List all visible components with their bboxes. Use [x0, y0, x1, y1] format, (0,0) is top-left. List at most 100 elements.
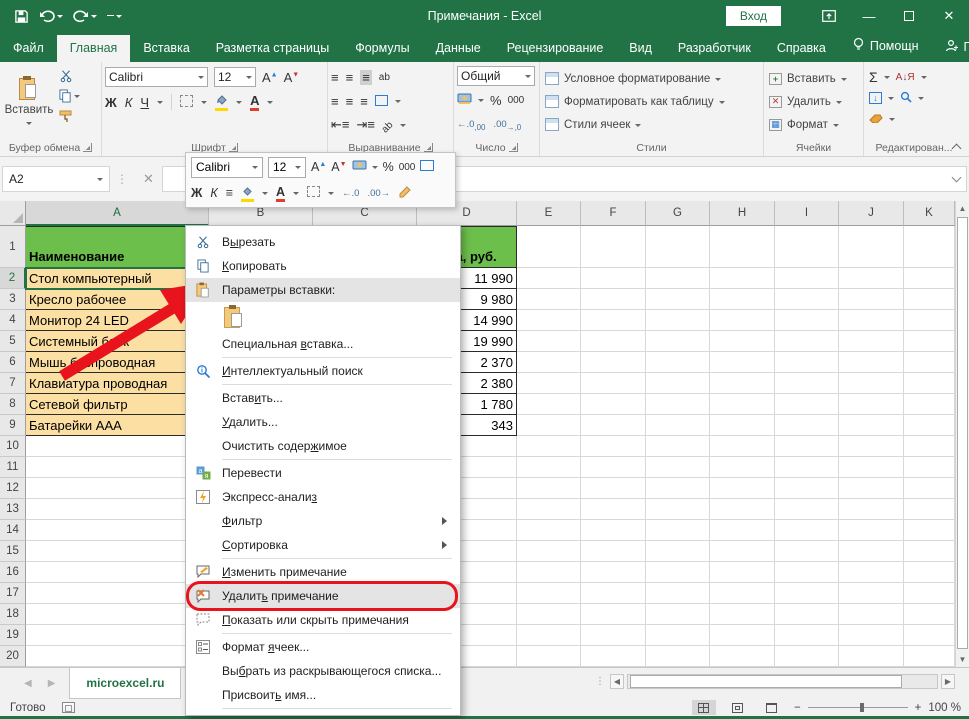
next-sheet-button[interactable]: ▶ — [48, 678, 56, 689]
zoom-slider-thumb[interactable] — [860, 703, 864, 712]
cell-K4[interactable] — [904, 310, 955, 331]
align-center-button[interactable]: ≡ — [346, 94, 354, 109]
cell-G14[interactable] — [646, 520, 710, 541]
row-header-10[interactable]: 10 — [0, 436, 26, 457]
cell-E4[interactable] — [517, 310, 581, 331]
cell-I12[interactable] — [775, 478, 839, 499]
cell-J17[interactable] — [839, 583, 904, 604]
menu-item-show-hide-comments[interactable]: Показать или скрыть примечания — [186, 608, 460, 632]
cell-H8[interactable] — [710, 394, 775, 415]
cell-E16[interactable] — [517, 562, 581, 583]
scroll-right-arrow[interactable]: ▶ — [941, 674, 955, 689]
mini-bold-button[interactable]: Ж — [191, 186, 202, 200]
column-header-J[interactable]: J — [839, 201, 904, 226]
tab-review[interactable]: Рецензирование — [494, 35, 617, 62]
cell-I17[interactable] — [775, 583, 839, 604]
font-color-dropdown[interactable] — [267, 101, 273, 107]
cell-J12[interactable] — [839, 478, 904, 499]
cell-E19[interactable] — [517, 625, 581, 646]
cell-A6[interactable]: Мышь беспроводная — [26, 352, 209, 373]
row-header-5[interactable]: 5 — [0, 331, 26, 352]
number-dialog-launcher[interactable] — [509, 143, 518, 152]
horizontal-scrollbar[interactable]: ⋮ ◀ ▶ — [595, 673, 955, 690]
menu-item-link[interactable]: Ссылка — [186, 710, 460, 716]
menu-item-filter[interactable]: Фильтр — [186, 509, 460, 533]
sign-in-button[interactable]: Вход — [726, 6, 781, 26]
cell-A4[interactable]: Монитор 24 LED — [26, 310, 209, 331]
cell-E17[interactable] — [517, 583, 581, 604]
menu-item-cut[interactable]: Вырезать — [186, 230, 460, 254]
cell-J9[interactable] — [839, 415, 904, 436]
font-size-select[interactable]: 12 — [214, 67, 256, 87]
cell-H13[interactable] — [710, 499, 775, 520]
column-header-A[interactable]: A — [26, 201, 209, 226]
column-header-K[interactable]: K — [904, 201, 955, 226]
align-middle-button[interactable]: ≡ — [346, 70, 354, 85]
row-header-9[interactable]: 9 — [0, 415, 26, 436]
cell-F15[interactable] — [581, 541, 646, 562]
cell-H5[interactable] — [710, 331, 775, 352]
mini-format-painter-button[interactable] — [398, 186, 412, 201]
cell-K8[interactable] — [904, 394, 955, 415]
cell-J20[interactable] — [839, 646, 904, 667]
cell-J1[interactable] — [839, 226, 904, 268]
cell-H19[interactable] — [710, 625, 775, 646]
cell-E12[interactable] — [517, 478, 581, 499]
vertical-scroll-thumb[interactable] — [957, 217, 968, 649]
cell-K2[interactable] — [904, 268, 955, 289]
cell-F16[interactable] — [581, 562, 646, 583]
cell-J11[interactable] — [839, 457, 904, 478]
cell-E13[interactable] — [517, 499, 581, 520]
mini-font-select[interactable]: Calibri — [191, 157, 263, 178]
cell-K9[interactable] — [904, 415, 955, 436]
scroll-left-arrow[interactable]: ◀ — [610, 674, 624, 689]
row-header-20[interactable]: 20 — [0, 646, 26, 667]
prev-sheet-button[interactable]: ◀ — [24, 678, 32, 689]
cell-K17[interactable] — [904, 583, 955, 604]
zoom-out-button[interactable]: − — [794, 702, 801, 714]
cell-K16[interactable] — [904, 562, 955, 583]
cell-G18[interactable] — [646, 604, 710, 625]
cell-A13[interactable] — [26, 499, 209, 520]
cell-H17[interactable] — [710, 583, 775, 604]
cell-I15[interactable] — [775, 541, 839, 562]
cell-styles-button[interactable]: Стили ячеек — [545, 114, 758, 135]
cell-K11[interactable] — [904, 457, 955, 478]
column-header-E[interactable]: E — [517, 201, 581, 226]
cell-G17[interactable] — [646, 583, 710, 604]
row-header-15[interactable]: 15 — [0, 541, 26, 562]
row-header-3[interactable]: 3 — [0, 289, 26, 310]
cell-J16[interactable] — [839, 562, 904, 583]
cell-A11[interactable] — [26, 457, 209, 478]
cell-E2[interactable] — [517, 268, 581, 289]
mini-decrease-font-button[interactable]: A▼ — [331, 160, 346, 174]
cell-F12[interactable] — [581, 478, 646, 499]
increase-decimal-button[interactable]: ←.0,00 — [457, 119, 485, 132]
paste-button[interactable]: Вставить — [3, 64, 55, 139]
autosum-button[interactable]: Σ — [869, 69, 878, 85]
mini-increase-font-button[interactable]: A▲ — [311, 160, 326, 174]
merge-dropdown[interactable] — [395, 100, 401, 106]
cell-K18[interactable] — [904, 604, 955, 625]
accounting-format-button[interactable] — [457, 93, 472, 108]
decrease-font-button[interactable]: A▼ — [284, 70, 300, 85]
cell-G6[interactable] — [646, 352, 710, 373]
cancel-entry-button[interactable]: ✕ — [143, 171, 154, 187]
cell-G20[interactable] — [646, 646, 710, 667]
menu-item-paste-options[interactable]: Параметры вставки: — [186, 278, 460, 302]
cell-A19[interactable] — [26, 625, 209, 646]
cell-E1[interactable] — [517, 226, 581, 268]
cell-H2[interactable] — [710, 268, 775, 289]
cell-G1[interactable] — [646, 226, 710, 268]
cell-F8[interactable] — [581, 394, 646, 415]
cell-E3[interactable] — [517, 289, 581, 310]
row-header-1[interactable]: 1 — [0, 226, 26, 268]
row-header-14[interactable]: 14 — [0, 520, 26, 541]
undo-dropdown[interactable] — [57, 15, 63, 21]
cell-A15[interactable] — [26, 541, 209, 562]
scroll-up-arrow[interactable]: ▲ — [956, 201, 969, 216]
cell-G10[interactable] — [646, 436, 710, 457]
cell-F5[interactable] — [581, 331, 646, 352]
tab-share[interactable]: Поделиться — [932, 33, 969, 62]
cell-F20[interactable] — [581, 646, 646, 667]
